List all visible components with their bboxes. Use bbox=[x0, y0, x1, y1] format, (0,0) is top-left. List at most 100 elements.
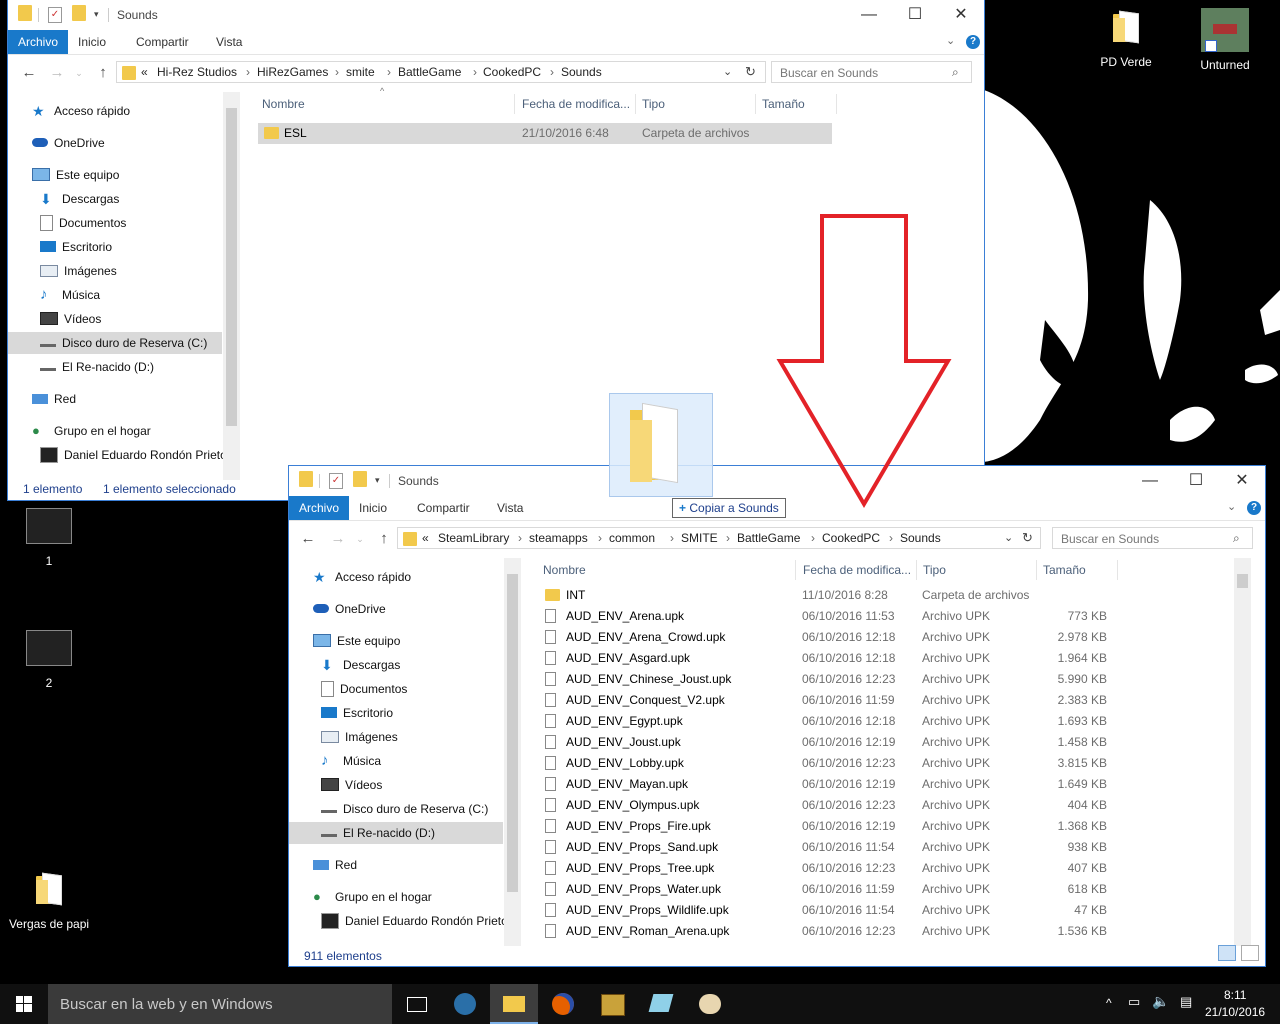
breadcrumb-item[interactable]: BattleGame bbox=[398, 65, 461, 79]
tab-archivo[interactable]: Archivo bbox=[289, 496, 350, 520]
clock-time[interactable]: 8:11 bbox=[1224, 988, 1246, 1002]
tab-compartir[interactable]: Compartir bbox=[407, 496, 480, 520]
column-size[interactable]: Tamaño bbox=[762, 92, 805, 116]
nav-item-documents[interactable]: Documentos bbox=[40, 212, 126, 234]
nav-item-desktop[interactable]: Escritorio bbox=[40, 236, 112, 258]
table-row[interactable]: AUD_ENV_Olympus.upk 06/10/2016 12:23 Archi… bbox=[539, 795, 1113, 816]
breadcrumb-item[interactable]: steamapps bbox=[529, 531, 588, 545]
expand-ribbon-icon[interactable]: ⌄ bbox=[1227, 500, 1236, 513]
nav-item-music[interactable]: ♪ Música bbox=[321, 750, 381, 772]
back-button[interactable]: ← bbox=[297, 527, 319, 551]
notifications-icon[interactable]: ▤ bbox=[1180, 994, 1192, 1010]
nav-item-quick-access[interactable]: ★ Acceso rápido bbox=[313, 566, 411, 588]
firefox-taskbar-button[interactable] bbox=[539, 984, 587, 1024]
table-row[interactable]: ESL 21/10/2016 6:48 Carpeta de archivos bbox=[258, 123, 832, 144]
smite-taskbar-button[interactable] bbox=[588, 984, 636, 1024]
file-list-scrollbar[interactable] bbox=[1234, 558, 1251, 946]
network-icon[interactable]: ▭ bbox=[1128, 994, 1140, 1010]
task-view-button[interactable] bbox=[392, 984, 440, 1024]
table-row[interactable]: AUD_ENV_Roman_Arena.upk 06/10/2016 12:23 A… bbox=[539, 921, 1113, 942]
breadcrumb-item[interactable]: CookedPC bbox=[822, 531, 880, 545]
breadcrumb-item[interactable]: common bbox=[609, 531, 655, 545]
refresh-icon[interactable]: ↻ bbox=[1022, 530, 1033, 546]
nav-item-onedrive[interactable]: OneDrive bbox=[32, 132, 105, 154]
nav-item-downloads[interactable]: ⬇ Descargas bbox=[321, 654, 400, 676]
new-folder-icon[interactable] bbox=[72, 5, 86, 24]
breadcrumb-item[interactable]: Sounds bbox=[561, 65, 602, 79]
maximize-button[interactable]: ☐ bbox=[1173, 466, 1219, 496]
nav-item-downloads[interactable]: ⬇ Descargas bbox=[40, 188, 119, 210]
file-explorer-taskbar-button[interactable] bbox=[490, 984, 538, 1024]
clock-date[interactable]: 21/10/2016 bbox=[1205, 1005, 1265, 1019]
nav-item-network[interactable]: Red bbox=[313, 854, 357, 876]
breadcrumb-item[interactable]: Sounds bbox=[900, 531, 941, 545]
customize-toolbar-icon[interactable]: ▾ bbox=[375, 475, 380, 493]
desktop-icon-2[interactable]: 2 bbox=[4, 630, 94, 690]
title-bar[interactable]: ✓ ▾ Sounds — ☐ ✕ bbox=[8, 0, 984, 30]
table-row[interactable]: AUD_ENV_Mayan.upk 06/10/2016 12:19 Archivo… bbox=[539, 774, 1113, 795]
maximize-button[interactable]: ☐ bbox=[892, 0, 938, 30]
breadcrumb-item[interactable]: smite bbox=[346, 65, 375, 79]
nav-item-music[interactable]: ♪ Música bbox=[40, 284, 100, 306]
breadcrumb-item[interactable]: SteamLibrary bbox=[438, 531, 509, 545]
table-row[interactable]: AUD_ENV_Arena.upk 06/10/2016 11:53 Archivo… bbox=[539, 606, 1113, 627]
expand-ribbon-icon[interactable]: ⌄ bbox=[946, 34, 955, 47]
breadcrumb-item[interactable]: Hi-Rez Studios bbox=[157, 65, 237, 79]
nav-item-pictures[interactable]: Imágenes bbox=[321, 726, 398, 748]
address-bar[interactable]: « SteamLibrary › steamapps › common › SM… bbox=[397, 527, 1041, 549]
breadcrumb-overflow[interactable]: « bbox=[141, 65, 148, 79]
table-row[interactable]: AUD_ENV_Lobby.upk 06/10/2016 12:23 Archivo… bbox=[539, 753, 1113, 774]
tab-compartir[interactable]: Compartir bbox=[126, 30, 199, 54]
column-type[interactable]: Tipo bbox=[923, 558, 946, 582]
column-date[interactable]: Fecha de modifica... bbox=[522, 92, 630, 116]
help-icon[interactable]: ? bbox=[1247, 501, 1261, 515]
up-button[interactable]: ↑ bbox=[373, 527, 395, 551]
nav-scrollbar[interactable] bbox=[504, 558, 521, 946]
close-button[interactable]: ✕ bbox=[1219, 466, 1265, 496]
address-dropdown-icon[interactable]: ⌄ bbox=[723, 65, 732, 78]
desktop-icon-1[interactable]: 1 bbox=[4, 508, 94, 568]
nav-item-user[interactable]: Daniel Eduardo Rondón Prieto bbox=[40, 444, 227, 466]
table-row[interactable]: AUD_ENV_Props_Wildlife.upk 06/10/2016 11:… bbox=[539, 900, 1113, 921]
nav-scrollbar[interactable] bbox=[223, 92, 240, 480]
address-dropdown-icon[interactable]: ⌄ bbox=[1004, 531, 1013, 544]
nav-item-drive-d[interactable]: El Re-nacido (D:) bbox=[289, 822, 503, 844]
refresh-icon[interactable]: ↻ bbox=[745, 64, 756, 80]
desktop-icon-pd-verde[interactable]: PD Verde bbox=[1081, 10, 1171, 69]
breadcrumb-item[interactable]: BattleGame bbox=[737, 531, 800, 545]
minimize-button[interactable]: — bbox=[1127, 466, 1173, 496]
app-taskbar-button[interactable] bbox=[637, 984, 685, 1024]
nav-item-videos[interactable]: Vídeos bbox=[321, 774, 382, 796]
table-row[interactable]: AUD_ENV_Egypt.upk 06/10/2016 12:18 Archivo… bbox=[539, 711, 1113, 732]
scroll-thumb[interactable] bbox=[226, 108, 237, 426]
table-row[interactable]: AUD_ENV_Chinese_Joust.upk 06/10/2016 12:2… bbox=[539, 669, 1113, 690]
desktop-icon-unturned[interactable]: Unturned bbox=[1180, 8, 1270, 72]
table-row[interactable]: AUD_ENV_Arena_Crowd.upk 06/10/2016 12:18 A… bbox=[539, 627, 1113, 648]
table-row[interactable]: AUD_ENV_Conquest_V2.upk 06/10/2016 11:59 A… bbox=[539, 690, 1113, 711]
nav-item-drive-c[interactable]: Disco duro de Reserva (C:) bbox=[8, 332, 222, 354]
column-name[interactable]: Nombre bbox=[543, 558, 586, 582]
steam-taskbar-button[interactable] bbox=[441, 984, 489, 1024]
up-button[interactable]: ↑ bbox=[92, 61, 114, 85]
tab-archivo[interactable]: Archivo bbox=[8, 30, 69, 54]
nav-item-documents[interactable]: Documentos bbox=[321, 678, 407, 700]
table-row[interactable]: AUD_ENV_Props_Tree.upk 06/10/2016 12:23 Ar… bbox=[539, 858, 1113, 879]
tab-inicio[interactable]: Inicio bbox=[68, 30, 116, 54]
back-button[interactable]: ← bbox=[18, 61, 40, 85]
breadcrumb-overflow[interactable]: « bbox=[422, 531, 429, 545]
nav-item-this-pc[interactable]: Este equipo bbox=[32, 164, 119, 186]
tab-inicio[interactable]: Inicio bbox=[349, 496, 397, 520]
new-folder-icon[interactable] bbox=[353, 471, 367, 490]
scroll-thumb[interactable] bbox=[507, 574, 518, 892]
column-type[interactable]: Tipo bbox=[642, 92, 665, 116]
tab-vista[interactable]: Vista bbox=[487, 496, 533, 520]
nav-item-onedrive[interactable]: OneDrive bbox=[313, 598, 386, 620]
nav-item-videos[interactable]: Vídeos bbox=[40, 308, 101, 330]
minimize-button[interactable]: — bbox=[846, 0, 892, 30]
details-view-icon[interactable] bbox=[1218, 945, 1236, 961]
search-input[interactable]: Buscar en Sounds ⌕ bbox=[771, 61, 972, 83]
nav-item-drive-d[interactable]: El Re-nacido (D:) bbox=[40, 356, 154, 378]
taskbar-search-input[interactable]: Buscar en la web y en Windows bbox=[48, 984, 392, 1024]
search-input[interactable]: Buscar en Sounds ⌕ bbox=[1052, 527, 1253, 549]
start-button[interactable] bbox=[0, 984, 48, 1024]
